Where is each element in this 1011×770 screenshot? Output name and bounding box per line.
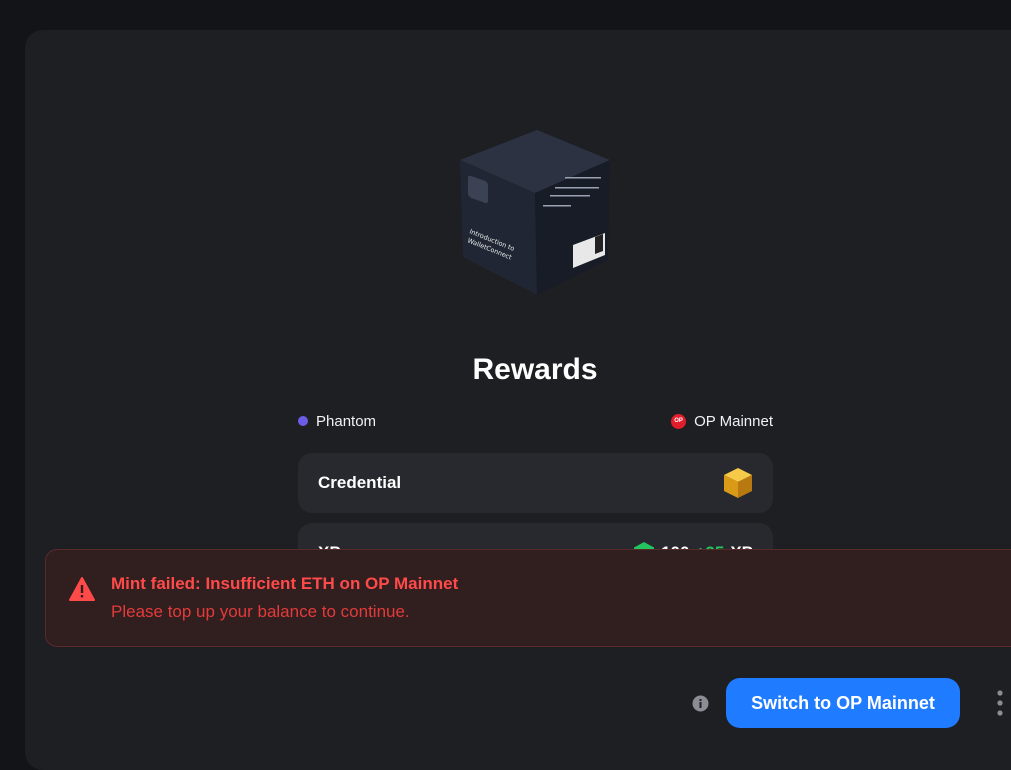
error-message: Please top up your balance to continue. xyxy=(111,602,410,621)
credential-cube-icon xyxy=(724,468,752,498)
switch-network-button[interactable]: Switch to OP Mainnet xyxy=(726,678,960,728)
error-banner: Mint failed: Insufficient ETH on OP Main… xyxy=(45,549,1011,647)
credential-reward-card: Credential xyxy=(298,453,773,513)
wallet-dot-icon xyxy=(298,416,308,426)
page-title: Rewards xyxy=(472,353,598,386)
credential-label: Credential xyxy=(318,473,402,492)
meta-row: Phantom OP OP Mainnet xyxy=(298,411,773,431)
info-icon[interactable] xyxy=(692,695,709,712)
wallet-indicator: Phantom xyxy=(298,413,376,430)
credential-cube-image: Introduction to WalletConnect xyxy=(460,130,610,295)
network-name: OP Mainnet xyxy=(694,412,773,430)
op-network-icon: OP xyxy=(671,413,687,429)
error-title: Mint failed: Insufficient ETH on OP Main… xyxy=(111,574,459,593)
network-indicator: OP OP Mainnet xyxy=(671,413,773,430)
more-vertical-icon[interactable] xyxy=(993,690,1007,716)
warning-icon xyxy=(69,577,95,601)
wallet-name: Phantom xyxy=(316,412,377,430)
